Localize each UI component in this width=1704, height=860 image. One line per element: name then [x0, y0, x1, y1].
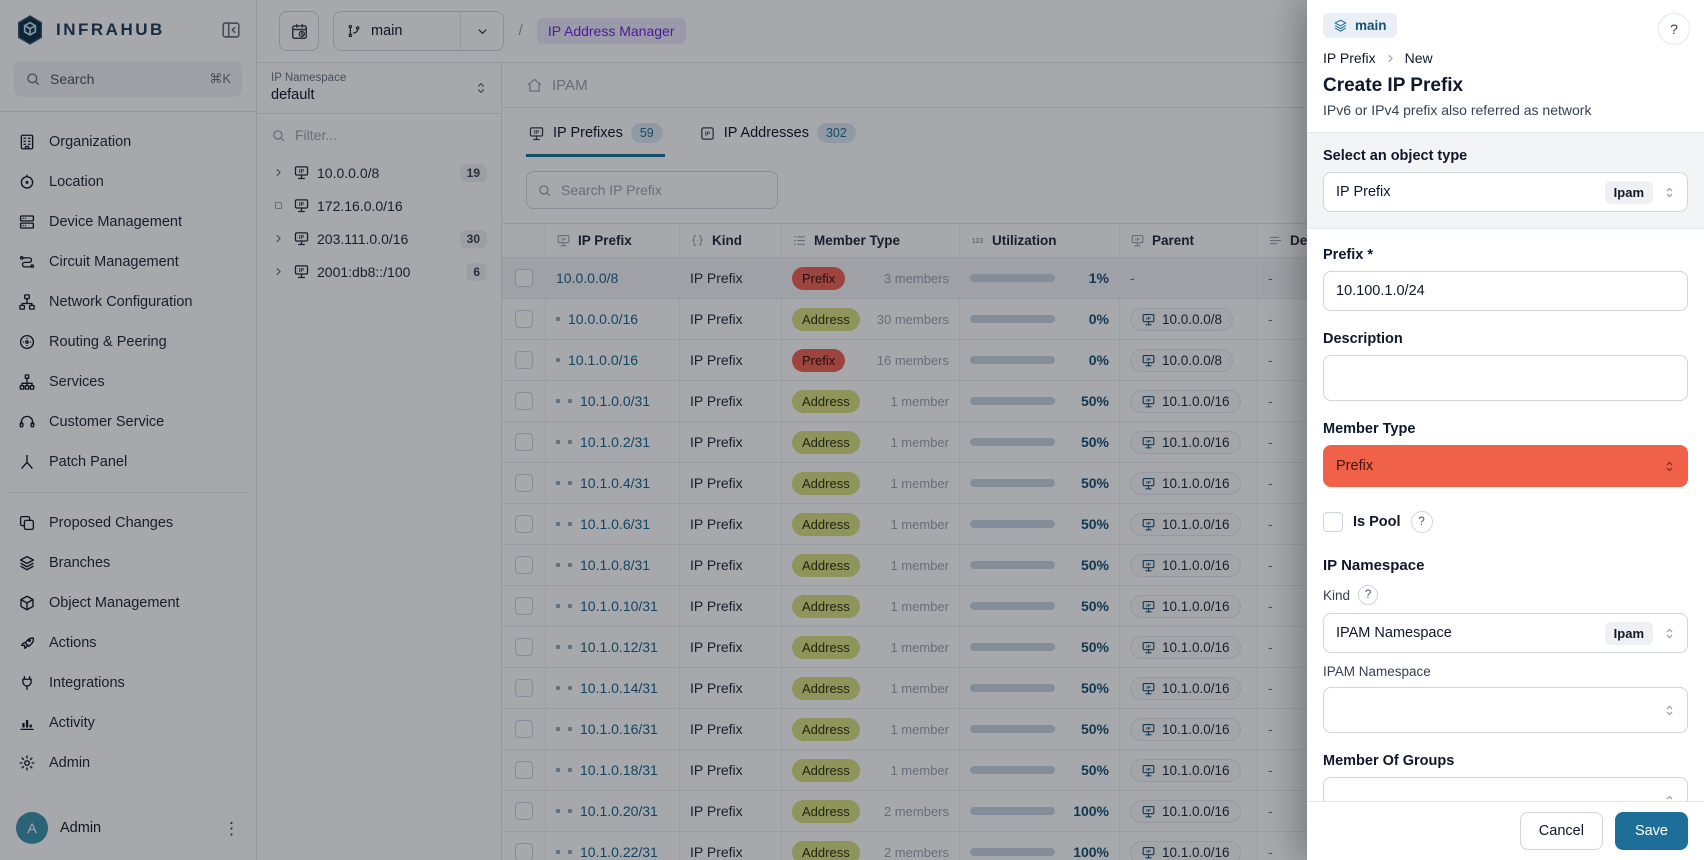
drawer-help-button[interactable]: ? [1658, 13, 1690, 45]
ipam-namespace-label: IPAM Namespace [1323, 664, 1688, 679]
is-pool-help-button[interactable]: ? [1411, 511, 1433, 533]
kind-select[interactable]: IPAM Namespace Ipam [1323, 613, 1688, 653]
drawer-breadcrumb: IP Prefix New [1323, 50, 1688, 66]
prefix-field-value: 10.100.1.0/24 [1336, 283, 1425, 299]
cancel-button[interactable]: Cancel [1520, 812, 1603, 850]
object-type-value: IP Prefix [1336, 184, 1391, 200]
drawer-backdrop[interactable] [0, 0, 1307, 860]
object-type-section: Select an object type IP Prefix Ipam [1307, 132, 1704, 229]
is-pool-checkbox[interactable] [1323, 512, 1343, 532]
create-ip-prefix-drawer: main ? IP Prefix New Create IP Prefix IP… [1307, 0, 1704, 860]
layers-icon [1333, 18, 1348, 33]
object-type-label: Select an object type [1323, 148, 1688, 164]
kind-help-button[interactable]: ? [1358, 585, 1378, 605]
branch-chip-label: main [1355, 18, 1387, 33]
ip-namespace-section-title: IP Namespace [1323, 557, 1688, 574]
drawer-breadcrumb-root[interactable]: IP Prefix [1323, 50, 1376, 66]
member-of-groups-label: Member Of Groups [1323, 753, 1688, 769]
chevrons-updown-icon [1662, 459, 1677, 474]
chevrons-updown-icon [1662, 793, 1677, 802]
kind-label-row: Kind ? [1323, 585, 1688, 605]
prefix-field-label: Prefix * [1323, 247, 1688, 263]
drawer-form: Prefix * 10.100.1.0/24 Description Membe… [1307, 229, 1704, 801]
description-field-input[interactable] [1323, 355, 1688, 401]
chevrons-updown-icon [1662, 703, 1677, 718]
object-type-select[interactable]: IP Prefix Ipam [1323, 172, 1688, 212]
save-button[interactable]: Save [1615, 812, 1688, 850]
ipam-namespace-label-text: IPAM Namespace [1323, 664, 1431, 679]
member-type-value: Prefix [1336, 458, 1373, 474]
chevrons-updown-icon [1662, 185, 1677, 200]
branch-chip: main [1323, 13, 1397, 38]
drawer-subtitle: IPv6 or IPv4 prefix also referred as net… [1323, 102, 1688, 118]
is-pool-field: Is Pool ? [1323, 511, 1688, 533]
description-field-label: Description [1323, 331, 1688, 347]
kind-label: Kind [1323, 588, 1350, 603]
drawer-footer: Cancel Save [1307, 801, 1704, 860]
chevrons-updown-icon [1662, 626, 1677, 641]
object-type-badge: Ipam [1605, 181, 1653, 204]
kind-value: IPAM Namespace [1336, 625, 1452, 641]
infrahub-app: INFRAHUB Search ⌘K OrganizationLocationD… [0, 0, 1704, 860]
prefix-field-input[interactable]: 10.100.1.0/24 [1323, 271, 1688, 311]
member-of-groups-field: Member Of Groups [1323, 753, 1688, 801]
member-of-groups-select[interactable] [1323, 777, 1688, 801]
prefix-field: Prefix * 10.100.1.0/24 [1323, 247, 1688, 311]
drawer-title: Create IP Prefix [1323, 75, 1688, 97]
member-type-field-label: Member Type [1323, 421, 1688, 437]
is-pool-label: Is Pool [1353, 514, 1401, 530]
member-type-select[interactable]: Prefix [1323, 445, 1688, 487]
drawer-breadcrumb-current: New [1405, 50, 1433, 66]
kind-badge: Ipam [1605, 622, 1653, 645]
ipam-namespace-select[interactable] [1323, 687, 1688, 733]
drawer-header: main ? IP Prefix New Create IP Prefix IP… [1307, 0, 1704, 132]
chevron-right-icon [1384, 52, 1397, 65]
member-type-field: Member Type Prefix [1323, 421, 1688, 487]
description-field: Description [1323, 331, 1688, 401]
